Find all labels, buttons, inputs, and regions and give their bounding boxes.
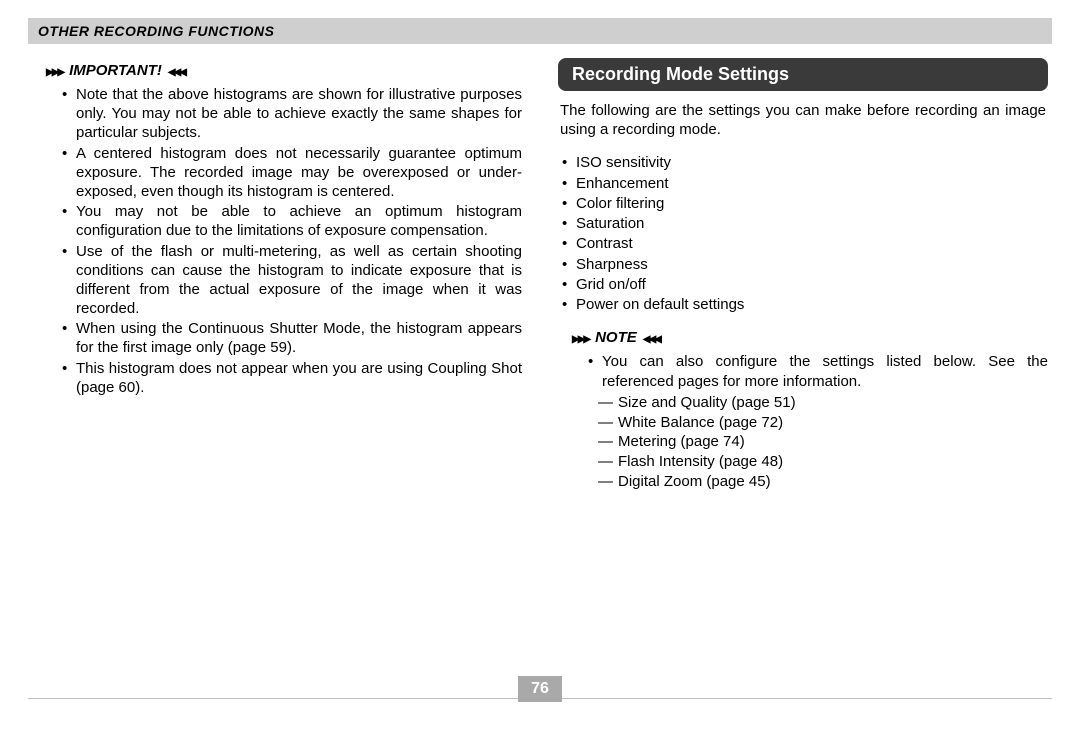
header-title: OTHER RECORDING FUNCTIONS: [38, 23, 275, 39]
list-item: ISO sensitivity: [576, 153, 1048, 173]
triangle-left-icon: [168, 62, 185, 79]
list-item: Contrast: [576, 234, 1048, 254]
list-item: Sharpness: [576, 255, 1048, 275]
list-item: Color filtering: [576, 194, 1048, 214]
list-item: This histogram does not appear when you …: [76, 359, 522, 397]
note-sublist: Size and Quality (page 51) White Balance…: [602, 393, 1048, 492]
triangle-right-icon: [572, 329, 589, 346]
note-text: You can also configure the settings list…: [602, 353, 1048, 389]
note-heading: NOTE: [572, 329, 1048, 346]
list-item: Size and Quality (page 51): [618, 393, 1048, 413]
intro-paragraph: The following are the settings you can m…: [558, 101, 1048, 139]
triangle-right-icon: [46, 62, 63, 79]
note-list: You can also configure the settings list…: [558, 352, 1048, 491]
page: OTHER RECORDING FUNCTIONS IMPORTANT! Not…: [0, 0, 1080, 730]
list-item: Enhancement: [576, 174, 1048, 194]
header-bar: OTHER RECORDING FUNCTIONS: [28, 18, 1052, 44]
list-item: Flash Intensity (page 48): [618, 452, 1048, 472]
important-label: IMPORTANT!: [69, 62, 162, 79]
right-column: Recording Mode Settings The following ar…: [558, 58, 1048, 493]
left-column: IMPORTANT! Note that the above histogram…: [32, 58, 522, 493]
important-list: Note that the above histograms are shown…: [32, 85, 522, 397]
list-item: Digital Zoom (page 45): [618, 472, 1048, 492]
list-item: Metering (page 74): [618, 432, 1048, 452]
list-item: Power on default settings: [576, 295, 1048, 315]
triangle-left-icon: [643, 329, 660, 346]
page-number: 76: [518, 676, 562, 702]
list-item: White Balance (page 72): [618, 413, 1048, 433]
list-item: Saturation: [576, 214, 1048, 234]
important-heading: IMPORTANT!: [46, 62, 522, 79]
list-item: When using the Continuous Shutter Mode, …: [76, 319, 522, 357]
note-label: NOTE: [595, 329, 637, 346]
list-item: A centered histogram does not necessaril…: [76, 144, 522, 202]
settings-list: ISO sensitivity Enhancement Color filter…: [558, 153, 1048, 315]
list-item: Note that the above histograms are shown…: [76, 85, 522, 143]
footer: 76: [28, 676, 1052, 706]
note-box: You can also configure the settings list…: [558, 352, 1048, 491]
list-item: You may not be able to achieve an optimu…: [76, 202, 522, 240]
content-columns: IMPORTANT! Note that the above histogram…: [28, 58, 1052, 493]
list-item: Grid on/off: [576, 275, 1048, 295]
list-item: You can also configure the settings list…: [602, 352, 1048, 491]
list-item: Use of the flash or multi-metering, as w…: [76, 242, 522, 319]
section-title: Recording Mode Settings: [558, 58, 1048, 91]
